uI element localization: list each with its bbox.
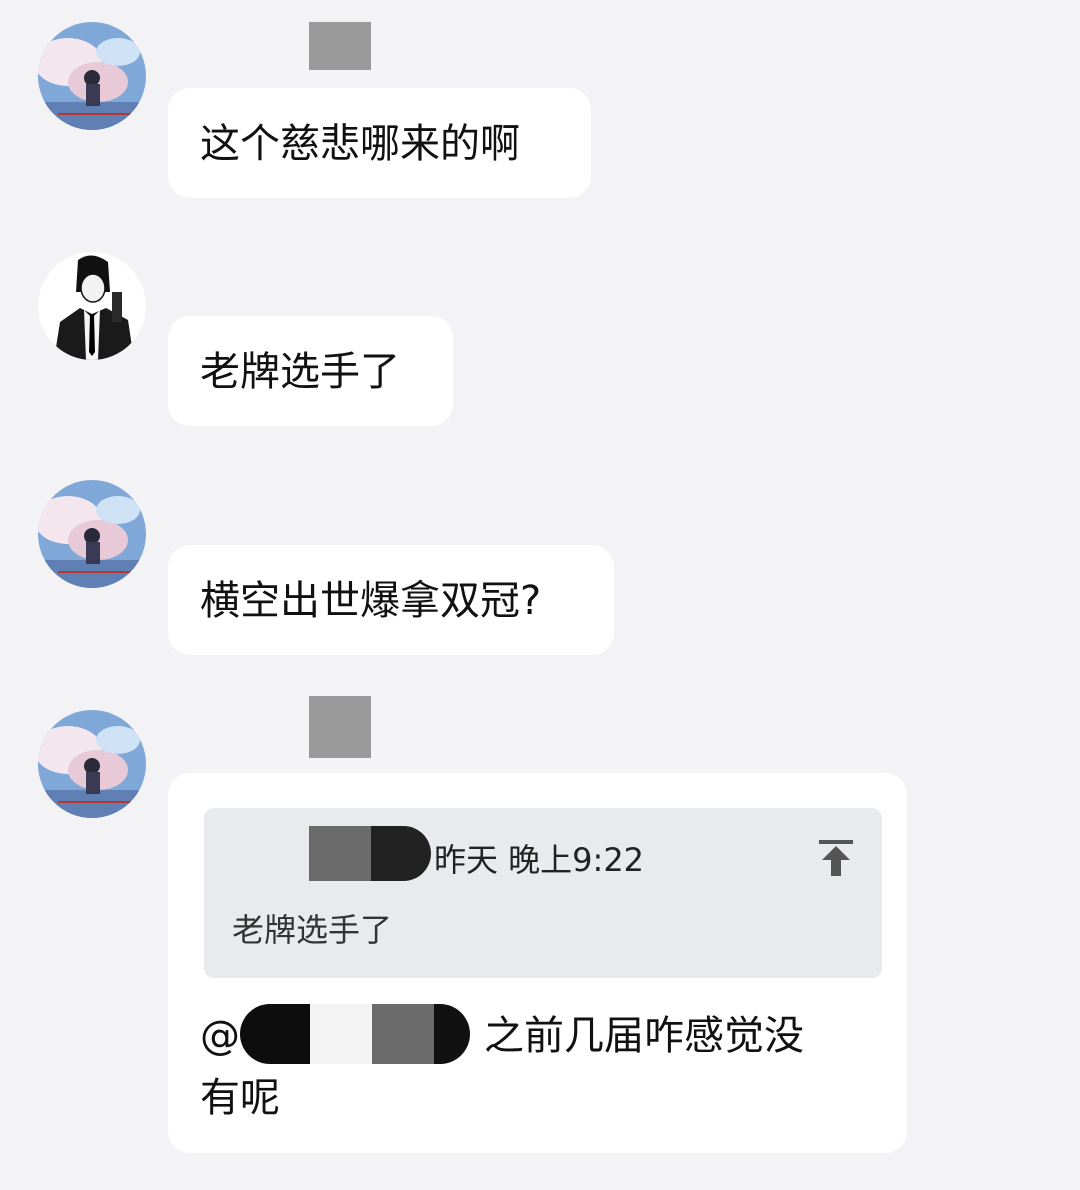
reply-text: 有呢 [200,1075,280,1121]
message-text: 这个慈悲哪来的啊 [200,121,520,167]
quoted-message[interactable] [204,808,882,978]
redacted-quote-sender [371,826,431,881]
redacted-quote-sender [309,826,371,881]
reply-text: 之前几届咋感觉没 [484,1013,804,1059]
redacted-sender-name [309,696,371,758]
redacted-mention [372,1004,434,1064]
mention-at-sign[interactable]: @ [200,1008,240,1064]
quote-text: 老牌选手了 [232,911,393,949]
message-text: 横空出世爆拿双冠? [200,578,542,624]
sender-avatar[interactable] [38,480,146,588]
scroll-to-top-icon[interactable] [816,838,856,878]
sender-avatar[interactable] [38,252,146,360]
redacted-mention [240,1004,310,1064]
message-bubble[interactable]: 老牌选手了 [168,316,453,426]
sender-avatar[interactable] [38,22,146,130]
message-bubble[interactable]: 这个慈悲哪来的啊 [168,88,591,198]
message-bubble[interactable]: 横空出世爆拿双冠? [168,545,614,655]
redacted-mention [310,1004,372,1064]
redacted-sender-name [309,22,371,70]
message-text: 老牌选手了 [200,349,400,395]
sender-avatar[interactable] [38,710,146,818]
quote-timestamp: 昨天 晚上9:22 [434,841,645,879]
